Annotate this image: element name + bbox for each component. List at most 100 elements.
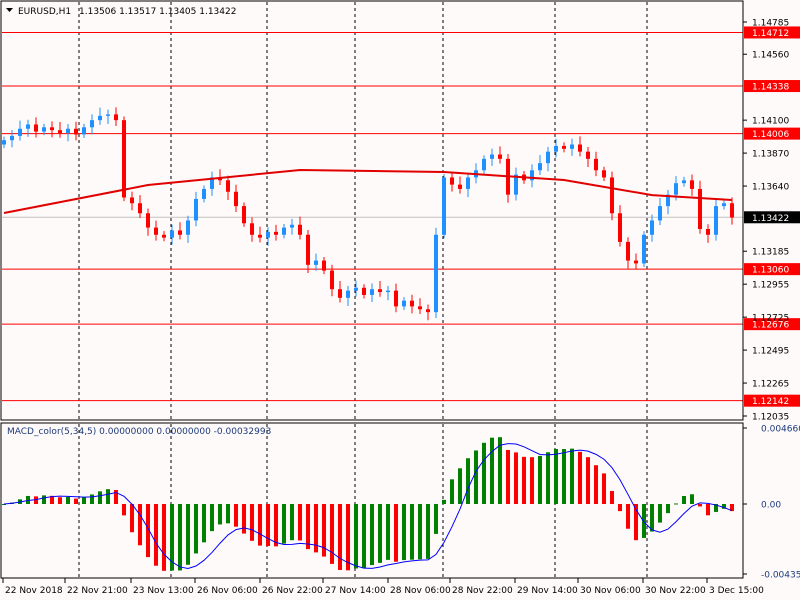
level-price-label: 1.14338 [752,83,789,93]
bear-candle [122,120,126,198]
macd-bar [234,504,238,527]
bull-candle [554,145,558,152]
bull-candle [482,158,486,171]
macd-bar [138,504,142,546]
macd-bar [82,497,86,504]
macd-bar [426,504,430,559]
bear-candle [706,229,710,235]
bear-candle [602,170,606,178]
bear-candle [498,154,502,159]
bull-candle [658,206,662,221]
bull-candle [282,227,286,235]
bear-candle [338,289,342,298]
chart-window[interactable]: 1.147121.143381.140061.130601.126761.121… [0,0,800,600]
macd-bar [154,504,158,566]
bear-candle [114,114,118,121]
bull-candle [570,144,574,149]
macd-bar [370,504,374,566]
time-tick-label: 30 Nov 06:00 [580,586,641,596]
bear-candle [730,203,734,218]
time-tick-label: 23 Nov 13:00 [133,586,194,596]
macd-bar [410,504,414,560]
bear-candle [178,230,182,235]
bear-candle [610,177,614,214]
price-tick-label: 1.13185 [752,248,789,258]
bear-candle [58,130,62,134]
level-price-label: 1.14006 [752,130,789,140]
bear-candle [146,213,150,228]
bear-candle [154,227,158,235]
bull-candle [346,290,350,298]
price-tick-label: 1.12495 [752,347,789,357]
macd-bar [274,504,278,547]
macd-bar [434,504,438,534]
bull-candle [10,135,14,141]
bull-candle [674,183,678,195]
macd-bar [562,449,566,504]
bear-candle [330,270,334,290]
bear-candle [306,234,310,265]
macd-bar [674,503,678,505]
bull-candle [546,151,550,164]
macd-bar [130,504,134,533]
macd-bar [354,504,358,569]
macd-bar [594,465,598,504]
macd-bar [186,504,190,565]
macd-bar [554,449,558,504]
macd-bar [482,442,486,504]
bear-candle [450,177,454,185]
macd-bar [490,437,494,504]
macd-bar [282,504,286,544]
macd-bar [506,449,510,504]
bull-candle [202,188,206,199]
bear-candle [378,289,382,293]
bear-candle [298,224,302,235]
macd-bar [442,499,446,504]
time-tick-label: 26 Nov 22:00 [262,586,323,596]
bull-candle [402,300,406,307]
bear-candle [698,188,702,230]
bull-candle [466,177,470,189]
price-tick-label: 1.12725 [752,314,789,324]
bear-candle [226,180,230,192]
macd-tick-label: 0.004660 [761,425,800,435]
macd-bar [210,504,214,532]
bull-candle [386,290,390,293]
bear-candle [410,300,414,307]
price-tick-label: 1.12265 [752,380,789,390]
price-tick-label: 1.12035 [752,413,789,423]
bear-candle [138,203,142,214]
bear-candle [594,158,598,171]
bear-candle [418,306,422,310]
macd-bar [162,504,166,571]
time-tick-label: 29 Nov 14:00 [517,586,578,596]
price-tick-label: 1.12955 [752,281,789,291]
macd-bar [578,451,582,504]
bear-candle [274,231,278,235]
bear-candle [618,213,622,242]
macd-bar [386,504,390,560]
time-tick-label: 26 Nov 06:00 [197,586,258,596]
bear-candle [322,260,326,271]
macd-bar [106,489,110,504]
macd-bar [362,504,366,569]
macd-bar [570,448,574,504]
symbol-label: EURUSD,H1 [18,7,71,17]
macd-bar [178,504,182,571]
macd-bar [226,504,230,524]
macd-bar [42,495,46,504]
macd-bar [458,468,462,504]
bear-candle [130,197,134,204]
macd-bar [218,504,222,525]
bull-candle [722,203,726,207]
current-price-label: 1.13422 [752,214,789,224]
macd-bar [690,494,694,504]
bear-candle [234,191,238,207]
price-tick-label: 1.14560 [752,51,789,61]
bull-candle [82,127,86,135]
bull-candle [442,177,446,235]
bear-candle [578,144,582,152]
macd-bar [626,504,630,529]
bull-candle [26,124,30,129]
bear-candle [34,124,38,132]
